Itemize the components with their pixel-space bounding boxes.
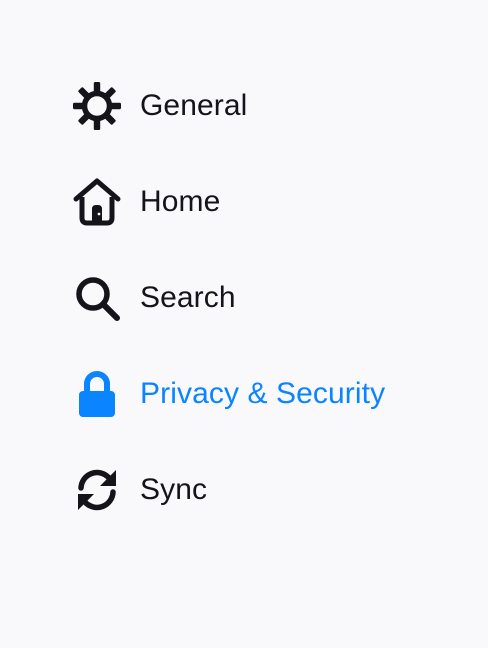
lock-icon — [72, 369, 122, 419]
search-icon — [72, 273, 122, 323]
sidebar-item-label: General — [140, 89, 248, 122]
sidebar-item-label: Sync — [140, 473, 208, 506]
sync-icon — [72, 465, 122, 515]
sidebar-item-sync[interactable]: Sync — [72, 462, 432, 518]
preferences-sidebar: General Home Search Privacy & Security S… — [0, 0, 488, 648]
sidebar-item-general[interactable]: General — [72, 78, 432, 134]
gear-icon — [72, 81, 122, 131]
sidebar-item-search[interactable]: Search — [72, 270, 432, 326]
sidebar-item-label: Search — [140, 281, 236, 314]
sidebar-item-home[interactable]: Home — [72, 174, 432, 230]
sidebar-item-privacy-security[interactable]: Privacy & Security — [72, 366, 432, 422]
sidebar-item-label: Privacy & Security — [140, 377, 386, 410]
home-icon — [72, 177, 122, 227]
sidebar-item-label: Home — [140, 185, 221, 218]
